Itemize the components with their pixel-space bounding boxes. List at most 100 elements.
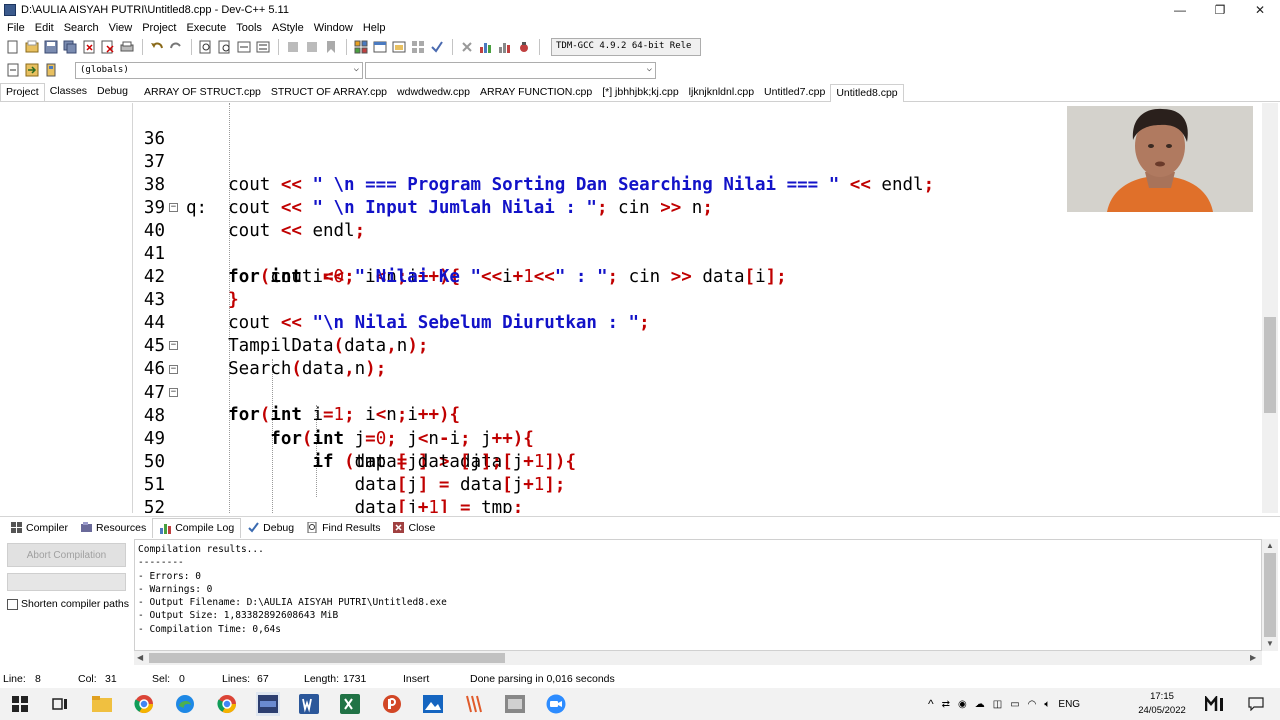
goto-declaration-icon[interactable] [23,62,40,79]
abort-compilation-button[interactable]: Abort Compilation [7,543,126,567]
cloud-icon[interactable]: ☁ [975,699,985,710]
menu-execute[interactable]: Execute [181,22,231,34]
battery-icon[interactable]: ▭ [1010,699,1019,710]
bookmark-icon[interactable] [322,39,339,56]
log-vertical-thumb[interactable] [1264,553,1276,637]
device-icon[interactable]: ◫ [993,699,1002,710]
tab-debug-panel[interactable]: Debug [241,518,300,538]
close-all-icon[interactable] [99,39,116,56]
redo-icon[interactable] [167,39,184,56]
check-syntax-icon[interactable] [428,39,445,56]
compile-icon[interactable] [352,39,369,56]
open-file-icon[interactable] [23,39,40,56]
file-tab[interactable]: ARRAY OF STRUCT.cpp [139,84,266,102]
network-settings-icon[interactable]: ⇄ [942,699,950,710]
tab-compiler[interactable]: Compiler [4,518,74,538]
word-icon[interactable] [297,692,321,716]
scroll-right-icon[interactable]: ▶ [1250,653,1256,662]
menu-file[interactable]: File [2,22,30,34]
chart-icon[interactable] [477,39,494,56]
tab-find-results[interactable]: Find Results [300,518,386,538]
save-icon[interactable] [42,39,59,56]
windows-start-icon[interactable] [8,692,32,716]
wifi-icon[interactable]: ◠ [1028,699,1037,710]
find-next-icon[interactable] [235,39,252,56]
edge-icon[interactable] [173,692,197,716]
fold-toggle-icon[interactable]: − [169,341,178,350]
app-window-icon[interactable] [503,692,527,716]
fold-toggle-icon[interactable]: − [169,203,178,212]
undo-icon[interactable] [148,39,165,56]
file-tab[interactable]: STRUCT OF ARRAY.cpp [266,84,392,102]
chrome-profile-icon[interactable] [215,692,239,716]
scroll-up-icon[interactable]: ▲ [1266,541,1274,550]
file-tab[interactable]: wdwdwedw.cpp [392,84,475,102]
member-combo[interactable]: ⌵ [365,61,656,79]
menu-view[interactable]: View [104,22,138,34]
excel-icon[interactable] [338,692,362,716]
compiler-select[interactable]: TDM-GCC 4.9.2 64-bit Rele [551,38,701,56]
rebuild-icon[interactable] [409,39,426,56]
close-window-button[interactable]: ✕ [1240,0,1280,19]
insert-icon[interactable] [4,62,21,79]
menu-project[interactable]: Project [137,22,181,34]
indent-left-icon[interactable] [284,39,301,56]
tab-classes[interactable]: Classes [45,83,92,101]
chrome-icon[interactable] [132,692,156,716]
app-striped-icon[interactable] [462,692,486,716]
menu-tools[interactable]: Tools [231,22,267,34]
stop-execution-icon[interactable] [458,39,475,56]
file-tab[interactable]: [*] jbhhjbk;kj.cpp [597,84,683,102]
volume-icon[interactable]: 🔈︎ [1044,699,1050,710]
app-tray-icon[interactable]: ◉ [958,699,967,710]
file-tab-active[interactable]: Untitled8.cpp [830,84,904,102]
compile-log-output[interactable]: Compilation results... -------- - Errors… [134,539,1262,651]
language-indicator[interactable]: ENG [1058,699,1080,710]
save-all-icon[interactable] [61,39,78,56]
goto-line-icon[interactable] [254,39,271,56]
replace-icon[interactable] [216,39,233,56]
taskbar-clock[interactable]: 17:15 24/05/2022 [1131,690,1193,718]
scroll-left-icon[interactable]: ◀ [137,653,143,662]
editor-scrollbar-thumb[interactable] [1264,317,1276,413]
log-horizontal-scrollbar[interactable]: ◀ ▶ [134,651,1262,665]
fold-toggle-icon[interactable]: − [169,388,178,397]
scope-combo[interactable]: (globals) ⌵ [75,61,363,79]
project-panel[interactable] [0,103,133,513]
tray-overflow-icon[interactable]: ^ [928,697,934,711]
zoom-icon[interactable] [544,692,568,716]
editor-scrollbar[interactable] [1262,103,1278,513]
run-icon[interactable] [371,39,388,56]
minimize-button[interactable]: — [1160,0,1200,19]
shorten-paths-checkbox[interactable] [7,598,18,610]
close-file-icon[interactable] [80,39,97,56]
shorten-paths-option[interactable]: Shorten compiler paths [7,598,129,610]
restore-button[interactable]: ❐ [1200,0,1240,19]
mi-logo-icon[interactable] [1204,692,1228,716]
menu-help[interactable]: Help [358,22,391,34]
menu-window[interactable]: Window [309,22,358,34]
file-tab[interactable]: Untitled7.cpp [759,84,830,102]
powerpoint-icon[interactable] [380,692,404,716]
menu-astyle[interactable]: AStyle [267,22,309,34]
goto-definition-icon[interactable] [42,62,59,79]
photos-icon[interactable] [421,692,445,716]
file-explorer-icon[interactable] [90,692,114,716]
tab-compile-log[interactable]: Compile Log [152,517,242,538]
log-vertical-scrollbar[interactable]: ▲ ▼ [1262,539,1278,651]
scroll-down-icon[interactable]: ▼ [1266,639,1274,648]
devcpp-taskbar-icon[interactable] [256,692,280,716]
file-tab[interactable]: ARRAY FUNCTION.cpp [475,84,597,102]
tab-debug[interactable]: Debug [92,83,133,101]
profile-icon[interactable] [496,39,513,56]
print-icon[interactable] [118,39,135,56]
log-horizontal-thumb[interactable] [149,653,505,663]
debug-icon[interactable] [515,39,532,56]
find-icon[interactable] [197,39,214,56]
compile-run-icon[interactable] [390,39,407,56]
tab-close[interactable]: Close [386,518,441,538]
menu-search[interactable]: Search [59,22,104,34]
task-view-icon[interactable] [48,692,72,716]
new-file-icon[interactable] [4,39,21,56]
menu-edit[interactable]: Edit [30,22,59,34]
